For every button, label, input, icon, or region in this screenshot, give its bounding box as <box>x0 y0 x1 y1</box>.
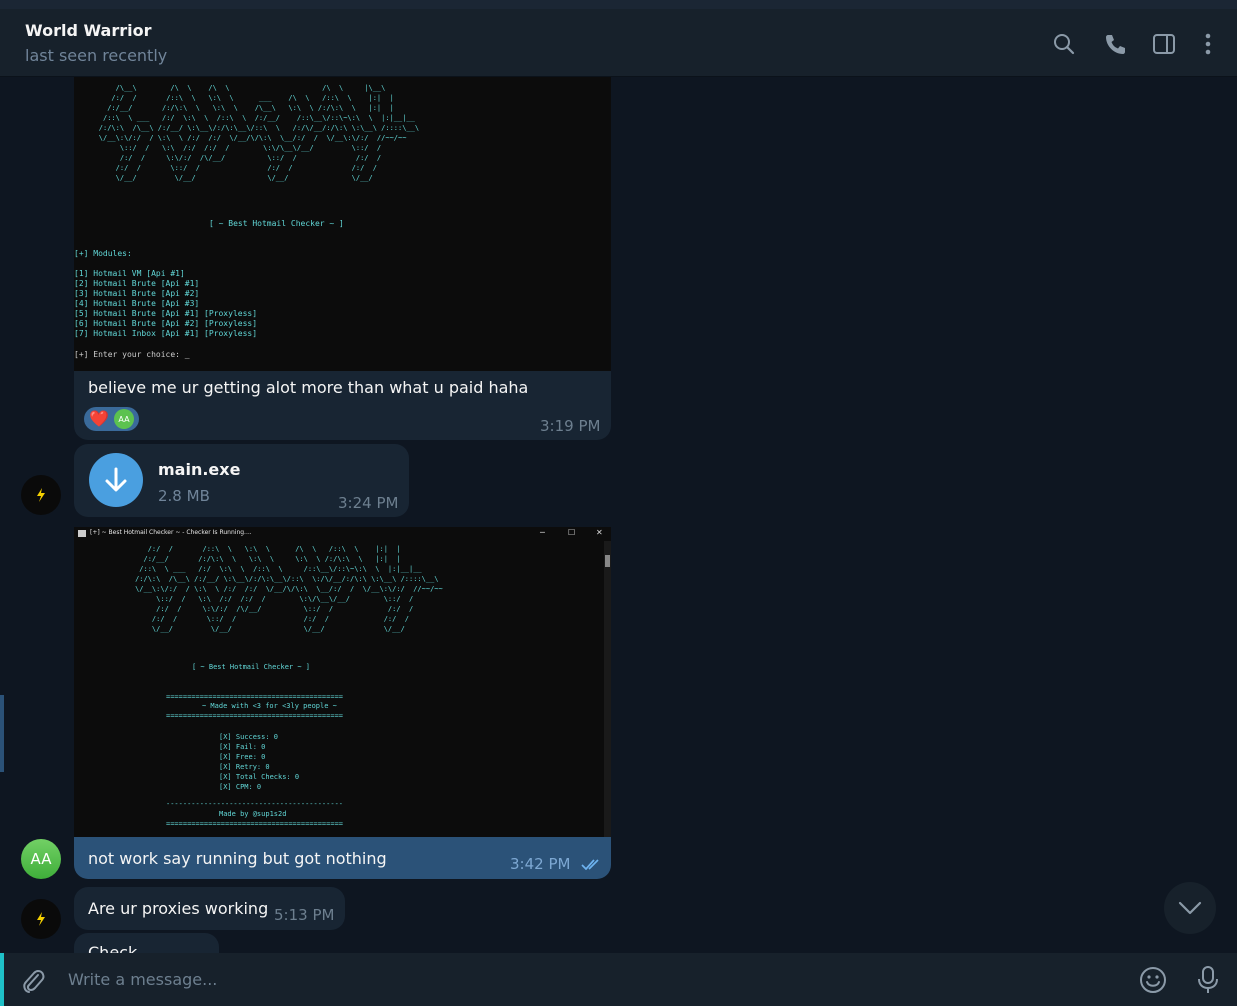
scroll-to-bottom-button[interactable] <box>1164 882 1216 934</box>
module-item: [1] Hotmail VM [Api #1] <box>74 269 185 278</box>
message-input[interactable]: Write a message... <box>68 970 217 989</box>
divider: ========================================… <box>166 820 344 828</box>
made-by-text: Made by @sup1s2d <box>219 810 287 818</box>
chat-header: World Warrior last seen recently <box>0 9 1237 77</box>
message-composer: Write a message... <box>0 953 1237 1006</box>
prompt-text: [+] Enter your choice: <box>74 350 185 359</box>
lightning-icon <box>37 488 45 502</box>
composer-accent <box>0 953 4 1006</box>
maximize-icon[interactable]: ☐ <box>568 528 575 537</box>
terminal-prompt: [+] Enter your choice: _ <box>74 350 190 359</box>
heart-emoji: ❤️ <box>89 409 109 428</box>
contact-name[interactable]: World Warrior <box>25 21 152 40</box>
message-time: 3:24 PM <box>338 494 399 512</box>
download-button[interactable] <box>89 453 143 507</box>
message-time: 5:13 PM <box>274 906 335 924</box>
window-top-strip <box>0 0 1237 9</box>
scrollbar-thumb[interactable] <box>605 555 610 567</box>
more-vertical-icon[interactable] <box>1195 31 1221 57</box>
console-icon <box>78 530 86 537</box>
emoji-icon[interactable] <box>1139 966 1167 998</box>
stat-line: [X] Retry: 0 <box>219 763 270 771</box>
selection-indicator <box>0 695 4 772</box>
arrow-down-icon <box>105 467 127 492</box>
terminal-banner: [ ~ Best Hotmail Checker ~ ] <box>192 663 311 671</box>
close-icon[interactable]: ✕ <box>596 528 603 537</box>
message-time: 3:19 PM <box>540 417 601 435</box>
message-text: believe me ur getting alot more than wha… <box>88 378 529 397</box>
lightning-icon <box>37 912 45 926</box>
cursor: _ <box>184 350 190 359</box>
terminal-ascii-art: /:/ / /::\ \ \:\ \ /\ \ /::\ \ |:| | /:/… <box>135 545 443 633</box>
terminal-window-screenshot[interactable]: [+] ~ Best Hotmail Checker ~ - Checker I… <box>74 527 611 837</box>
made-with-text: ~ Made with <3 for <3ly people ~ <box>202 702 337 710</box>
stat-line: [X] CPM: 0 <box>219 783 262 791</box>
stat-line: [X] Fail: 0 <box>219 743 266 751</box>
divider: ----------------------------------------… <box>166 800 344 808</box>
reaction-badge[interactable]: ❤️ AA <box>84 407 139 431</box>
stat-line: [X] Free: 0 <box>219 753 266 761</box>
message-bubble[interactable]: Are ur proxies working 5:13 PM <box>74 887 345 930</box>
message-time: 3:42 PM <box>510 855 571 873</box>
file-name[interactable]: main.exe <box>158 460 240 479</box>
file-size: 2.8 MB <box>158 487 210 505</box>
message-text: Are ur proxies working <box>88 899 269 918</box>
user-avatar[interactable] <box>21 475 61 515</box>
terminal-screenshot[interactable]: /\__\ /\ \ /\ \ /\ \ |\__\ /:/ / /::\ \ … <box>74 77 611 371</box>
stat-line: [X] Total Checks: 0 <box>219 773 300 781</box>
message-text: Check <box>88 943 138 953</box>
divider: ========================================… <box>166 693 344 701</box>
double-check-icon <box>581 859 599 870</box>
terminal-scrollbar[interactable] <box>604 541 611 837</box>
module-item: [6] Hotmail Brute [Api #2] [Proxyless] <box>74 319 258 328</box>
module-item: [3] Hotmail Brute [Api #2] <box>74 289 200 298</box>
message-bubble[interactable]: /\__\ /\ \ /\ \ /\ \ |\__\ /:/ / /::\ \ … <box>74 77 611 440</box>
terminal-titlebar: [+] ~ Best Hotmail Checker ~ - Checker I… <box>74 527 611 541</box>
module-item: [2] Hotmail Brute [Api #1] <box>74 279 200 288</box>
minimize-icon[interactable]: ─ <box>540 528 545 537</box>
stats-list: [X] Success: 0 [X] Fail: 0 [X] Free: 0 [… <box>219 732 299 792</box>
terminal-ascii-art: /\__\ /\ \ /\ \ /\ \ |\__\ /:/ / /::\ \ … <box>98 84 420 182</box>
message-bubble[interactable]: Check <box>74 933 219 953</box>
contact-status: last seen recently <box>25 46 168 65</box>
reaction-avatar: AA <box>114 409 134 429</box>
module-item: [5] Hotmail Brute [Api #1] [Proxyless] <box>74 309 258 318</box>
user-avatar[interactable]: AA <box>21 839 61 879</box>
phone-icon[interactable] <box>1102 31 1128 57</box>
module-list: [1] Hotmail VM [Api #1] [2] Hotmail Brut… <box>74 269 257 339</box>
microphone-icon[interactable] <box>1196 965 1220 999</box>
search-icon[interactable] <box>1051 31 1077 57</box>
divider: ========================================… <box>166 712 344 720</box>
paperclip-icon[interactable] <box>20 967 46 999</box>
module-item: [7] Hotmail Inbox [Api #1] [Proxyless] <box>74 329 258 338</box>
message-list[interactable]: /\__\ /\ \ /\ \ /\ \ |\__\ /:/ / /::\ \ … <box>0 77 1237 953</box>
sidebar-toggle-icon[interactable] <box>1151 31 1177 57</box>
stat-line: [X] Success: 0 <box>219 733 279 741</box>
module-item: [4] Hotmail Brute [Api #3] <box>74 299 200 308</box>
message-text: not work say running but got nothing <box>88 849 387 868</box>
chevron-down-icon <box>1178 901 1202 915</box>
terminal-banner: [ ~ Best Hotmail Checker ~ ] <box>209 219 344 228</box>
terminal-window-title: [+] ~ Best Hotmail Checker ~ - Checker I… <box>90 529 252 536</box>
user-avatar[interactable] <box>21 899 61 939</box>
modules-header: [+] Modules: <box>74 249 132 258</box>
outgoing-message-bubble[interactable]: [+] ~ Best Hotmail Checker ~ - Checker I… <box>74 527 611 879</box>
